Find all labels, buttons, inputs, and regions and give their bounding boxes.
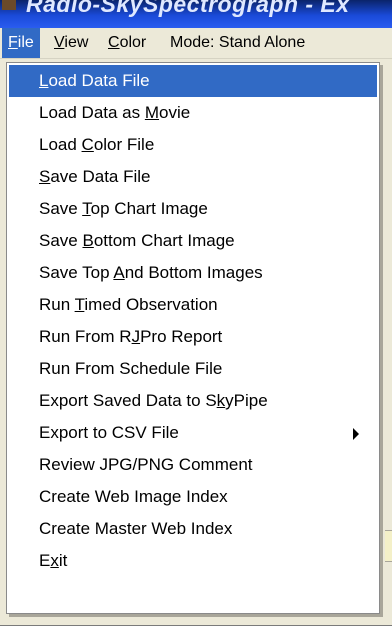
menu-item-pre: Create Web Image Index [39,487,228,506]
menu-item-save-top-chart-image[interactable]: Save Top Chart Image [9,193,377,225]
menu-item-accel: T [82,199,91,218]
menu-file-accel: F [8,34,18,51]
menu-file[interactable]: File [2,28,40,58]
menu-item-export-to-skypipe[interactable]: Export Saved Data to SkyPipe [9,385,377,417]
menu-item-exit[interactable]: Exit [9,545,377,577]
menu-view[interactable]: View [48,28,94,58]
menu-item-pre: Save Top [39,263,114,282]
menu-item-accel: x [50,551,59,570]
menu-item-post: ovie [159,103,191,122]
menu-color[interactable]: Color [102,28,152,58]
menu-item-accel: M [144,103,160,122]
menu-item-pre: Export to CSV File [39,423,179,442]
menu-item-post: it [58,551,68,570]
menu-item-post: Pro Report [140,327,223,346]
menu-item-run-timed-observation[interactable]: Run Timed Observation [9,289,377,321]
menu-item-accel: S [39,167,51,186]
background-scroll-edge [0,625,392,631]
app-icon [2,0,16,10]
title-bar[interactable]: Radio-SkySpectrograph - Ex [0,0,392,28]
menu-item-post: ave Data File [50,167,151,186]
menu-item-review-jpg-png-comment[interactable]: Review JPG/PNG Comment [9,449,377,481]
menu-item-load-data-file[interactable]: Load Data File [9,65,377,97]
menu-view-accel: V [54,34,65,51]
chevron-right-icon [353,428,359,440]
menu-item-pre: Save [39,199,83,218]
menu-color-accel: C [108,34,120,51]
menu-view-label: iew [64,34,89,51]
menu-item-accel: k [216,391,226,410]
menu-item-post: op Chart Image [90,199,208,218]
menu-item-run-from-schedule-file[interactable]: Run From Schedule File [9,353,377,385]
menu-item-pre: Save [39,231,83,250]
menu-item-pre: Load [39,135,82,154]
menu-file-label: ile [17,34,34,51]
menu-item-post: yPipe [225,391,268,410]
menu-item-create-master-web-index[interactable]: Create Master Web Index [9,513,377,545]
menu-item-accel: A [113,263,125,282]
menu-item-save-top-and-bottom-images[interactable]: Save Top And Bottom Images [9,257,377,289]
menu-item-load-data-as-movie[interactable]: Load Data as Movie [9,97,377,129]
menu-item-post: oad Data File [48,71,150,90]
menu-item-post: olor File [93,135,155,154]
menu-item-pre: Run From Schedule File [39,359,223,378]
menu-item-accel: T [74,295,85,314]
menu-item-pre: Load Data as [39,103,145,122]
menu-item-save-data-file[interactable]: Save Data File [9,161,377,193]
menu-item-pre: Create Master Web Index [39,519,233,538]
menu-item-post: imed Observation [84,295,218,314]
menu-item-accel: C [81,135,94,154]
menu-bar: File View Color Mode: Stand Alone [0,28,392,59]
menu-item-pre: Export Saved Data to S [39,391,217,410]
menu-mode[interactable]: Mode: Stand Alone [164,28,311,58]
menu-item-run-from-rjpro-report[interactable]: Run From RJPro Report [9,321,377,353]
menu-item-save-bottom-chart-image[interactable]: Save Bottom Chart Image [9,225,377,257]
menu-item-accel: J [131,327,141,346]
menu-item-pre: Review JPG/PNG Comment [39,455,253,474]
menu-item-post: ottom Chart Image [93,231,235,250]
app-window: Radio-SkySpectrograph - Ex File View Col… [0,0,392,631]
menu-item-pre: Run From R [39,327,132,346]
menu-item-pre: Run [39,295,75,314]
menu-color-label: olor [119,34,147,51]
menu-item-load-color-file[interactable]: Load Color File [9,129,377,161]
window-title: Radio-SkySpectrograph - Ex [26,0,350,17]
menu-item-post: nd Bottom Images [124,263,263,282]
menu-item-create-web-image-index[interactable]: Create Web Image Index [9,481,377,513]
menu-item-export-to-csv-file[interactable]: Export to CSV File [9,417,377,449]
file-menu-dropdown: Load Data File Load Data as Movie Load C… [6,62,380,614]
menu-item-accel: B [82,231,94,250]
menu-item-pre: E [39,551,51,570]
background-panel [385,530,392,562]
